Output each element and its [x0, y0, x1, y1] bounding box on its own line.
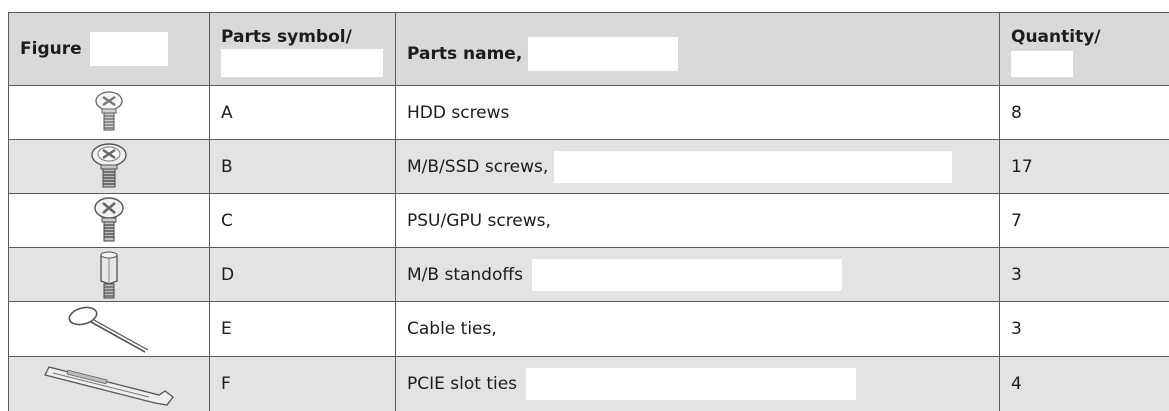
- parts-table-container: Figure Parts symbol/ Parts name, Quantit…: [8, 12, 1169, 411]
- mb-ssd-screw-icon: [10, 142, 209, 192]
- name-cell: PSU/GPU screws,: [395, 193, 1000, 248]
- name-text: M/B standoffs: [407, 264, 523, 285]
- symbol-cell: F: [209, 356, 396, 411]
- figure-cell: [8, 139, 210, 194]
- name-cell: M/B standoffs: [395, 247, 1000, 302]
- symbol-header: Parts symbol/: [209, 12, 396, 86]
- name-cell: M/B/SSD screws,: [395, 139, 1000, 194]
- symbol-cell: E: [209, 301, 396, 357]
- quantity-cell: 3: [999, 301, 1169, 357]
- name-text: M/B/SSD screws,: [407, 156, 549, 177]
- figure-cell: [8, 301, 210, 357]
- redaction-box: [532, 258, 843, 291]
- redaction-box: [1011, 51, 1073, 77]
- quantity-cell: 3: [999, 247, 1169, 302]
- header-row: Figure Parts symbol/ Parts name, Quantit…: [8, 12, 1169, 86]
- quantity-cell: 4: [999, 356, 1169, 411]
- quantity-header-label: Quantity/: [1011, 27, 1101, 47]
- table-row: B M/B/SSD screws, 17: [8, 139, 1169, 194]
- table-row: A HDD screws 8: [8, 85, 1169, 140]
- redaction-box: [526, 368, 857, 400]
- quantity-header: Quantity/: [999, 12, 1169, 86]
- redaction-box: [553, 150, 952, 183]
- symbol-cell: A: [209, 85, 396, 140]
- symbol-cell: C: [209, 193, 396, 248]
- name-cell: HDD screws: [395, 85, 1000, 140]
- name-cell: Cable ties,: [395, 301, 1000, 357]
- figure-cell: [8, 85, 210, 140]
- quantity-cell: 8: [999, 85, 1169, 140]
- psu-gpu-screw-icon: [10, 196, 209, 246]
- name-header-label: Parts name,: [407, 44, 523, 64]
- table-row: E Cable ties, 3: [8, 301, 1169, 357]
- figure-header: Figure: [8, 12, 210, 86]
- mb-standoff-icon: [10, 249, 209, 301]
- symbol-cell: D: [209, 247, 396, 302]
- redaction-box: [221, 49, 383, 77]
- cable-tie-icon: [10, 303, 209, 356]
- table-row: D M/B standoffs 3: [8, 247, 1169, 302]
- figure-header-label: Figure: [20, 39, 82, 59]
- parts-table: Figure Parts symbol/ Parts name, Quantit…: [8, 12, 1169, 411]
- figure-cell: [8, 356, 210, 411]
- redaction-box: [89, 32, 168, 66]
- quantity-cell: 7: [999, 193, 1169, 248]
- figure-cell: [8, 247, 210, 302]
- table-row: F PCIE slot ties 4: [8, 356, 1169, 411]
- symbol-cell: B: [209, 139, 396, 194]
- table-row: C PSU/GPU screws, 7: [8, 193, 1169, 248]
- figure-cell: [8, 193, 210, 248]
- quantity-cell: 17: [999, 139, 1169, 194]
- pcie-slot-icon: [10, 358, 209, 411]
- name-header: Parts name,: [395, 12, 1000, 86]
- symbol-header-label: Parts symbol/: [221, 27, 352, 47]
- name-text: PCIE slot ties: [407, 374, 518, 394]
- name-cell: PCIE slot ties: [395, 356, 1000, 411]
- redaction-box: [528, 37, 679, 71]
- hdd-screw-icon: [10, 90, 209, 136]
